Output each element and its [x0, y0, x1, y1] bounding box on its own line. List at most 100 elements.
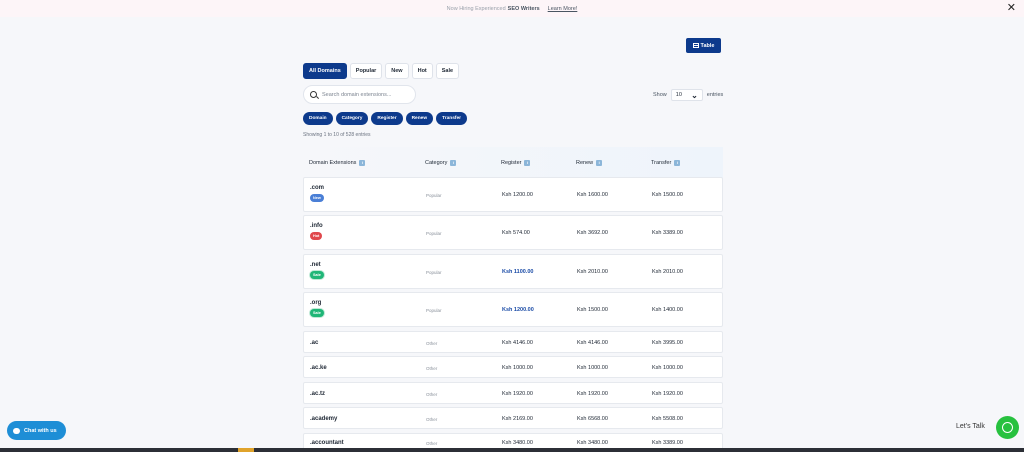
- domain-extension: .ac: [310, 340, 319, 346]
- table-row[interactable]: .academy Other Ksh 2169.00 Ksh 6568.00 K…: [303, 407, 723, 429]
- transfer-price: Ksh 3389.00: [652, 440, 683, 446]
- transfer-price: Ksh 1920.00: [652, 391, 683, 397]
- transfer-price: Ksh 1000.00: [652, 365, 683, 371]
- table-view-label: Table: [700, 42, 715, 49]
- new-badge: New: [310, 194, 324, 202]
- announcement-bold: SEO Writers: [507, 5, 540, 12]
- showing-entries-text: Showing 1 to 10 of 528 entries: [303, 132, 371, 138]
- entries-value: 10: [675, 92, 682, 98]
- column-header-category[interactable]: Category i: [425, 159, 457, 166]
- announcement-bar: Now Hiring Experienced SEO Writers Learn…: [0, 0, 1024, 17]
- register-price: Ksh 1200.00: [502, 307, 534, 313]
- info-icon[interactable]: i: [524, 159, 531, 166]
- table-row[interactable]: .net Sale Popular Ksh 1100.00 Ksh 2010.0…: [303, 254, 723, 289]
- info-icon[interactable]: i: [674, 159, 681, 166]
- show-label: Show: [653, 92, 667, 98]
- chat-with-us-button[interactable]: Chat with us: [7, 421, 66, 440]
- register-price: Ksh 1000.00: [502, 365, 533, 371]
- table-row[interactable]: .org Sale Popular Ksh 1200.00 Ksh 1500.0…: [303, 292, 723, 327]
- register-price: Ksh 4146.00: [502, 340, 533, 346]
- whatsapp-button[interactable]: [996, 416, 1019, 439]
- info-icon[interactable]: i: [596, 159, 603, 166]
- filter-new[interactable]: New: [385, 63, 409, 79]
- transfer-price: Ksh 1500.00: [652, 192, 683, 198]
- entries-select[interactable]: 10 ⌄: [670, 89, 703, 101]
- transfer-price: Ksh 1400.00: [652, 307, 683, 313]
- sort-renew-button[interactable]: Renew: [405, 112, 434, 125]
- category-cell: Other: [426, 441, 438, 446]
- domain-extension: .net: [310, 262, 321, 268]
- info-icon[interactable]: i: [359, 159, 366, 166]
- domain-extension: .accountant: [310, 440, 344, 446]
- register-price: Ksh 2169.00: [502, 416, 533, 422]
- lets-talk-label[interactable]: Let's Talk: [956, 423, 985, 430]
- sort-transfer-button[interactable]: Transfer: [436, 112, 467, 125]
- register-price: Ksh 1200.00: [502, 192, 533, 198]
- domain-extension: .academy: [310, 416, 338, 422]
- close-icon[interactable]: ✕: [1007, 2, 1016, 14]
- register-price: Ksh 574.00: [502, 230, 530, 236]
- category-cell: Popular: [426, 231, 442, 236]
- announcement-text: Now Hiring Experienced: [446, 5, 506, 12]
- renew-price: Ksh 1920.00: [577, 391, 608, 397]
- domain-extension: .ac.ke: [310, 365, 327, 371]
- column-header-transfer[interactable]: Transfer i: [651, 159, 681, 166]
- domain-extension: .info: [310, 223, 323, 229]
- transfer-price: Ksh 2010.00: [652, 269, 683, 275]
- renew-price: Ksh 1600.00: [577, 192, 608, 198]
- transfer-price: Ksh 5508.00: [652, 416, 683, 422]
- table-header: Domain Extensions i Category i Register i R…: [303, 147, 723, 178]
- filter-tabs: All Domains Popular New Hot Sale: [303, 63, 460, 79]
- filter-all-domains[interactable]: All Domains: [303, 63, 347, 79]
- search-input[interactable]: [322, 91, 412, 98]
- renew-price: Ksh 6568.00: [577, 416, 608, 422]
- category-cell: Other: [426, 417, 438, 422]
- transfer-price: Ksh 3389.00: [652, 230, 683, 236]
- column-header-domain[interactable]: Domain Extensions i: [309, 159, 366, 166]
- learn-more-link[interactable]: Learn More!: [548, 6, 578, 12]
- search-icon: [310, 91, 317, 98]
- filter-hot[interactable]: Hot: [411, 63, 433, 79]
- entries-suffix: entries: [706, 92, 724, 98]
- filter-popular[interactable]: Popular: [349, 63, 383, 79]
- register-price: Ksh 3480.00: [502, 440, 533, 446]
- table-row[interactable]: .ac Other Ksh 4146.00 Ksh 4146.00 Ksh 39…: [303, 331, 723, 353]
- sort-domain-button[interactable]: Domain: [303, 112, 333, 125]
- renew-price: Ksh 2010.00: [577, 269, 608, 275]
- register-price: Ksh 1920.00: [502, 391, 533, 397]
- table-row[interactable]: .info Hot Popular Ksh 574.00 Ksh 3692.00…: [303, 215, 723, 250]
- taskbar-app-icon[interactable]: [238, 448, 254, 452]
- sale-badge: Sale: [310, 271, 324, 279]
- sort-register-button[interactable]: Register: [371, 112, 403, 125]
- sale-badge: Sale: [310, 309, 324, 317]
- renew-price: Ksh 3692.00: [577, 230, 608, 236]
- hot-badge: Hot: [310, 232, 323, 240]
- category-cell: Other: [426, 341, 438, 346]
- sort-buttons: Domain Category Register Renew Transfer: [303, 112, 467, 125]
- chat-label: Chat with us: [24, 427, 57, 434]
- table-row[interactable]: .com New Popular Ksh 1200.00 Ksh 1600.00…: [303, 177, 723, 212]
- search-box: [303, 85, 416, 104]
- table-icon: [692, 43, 699, 48]
- chevron-down-icon: ⌄: [691, 90, 698, 100]
- register-price: Ksh 1100.00: [502, 269, 534, 275]
- renew-price: Ksh 3480.00: [577, 440, 608, 446]
- category-cell: Popular: [426, 193, 442, 198]
- table-row[interactable]: .ac.ke Other Ksh 1000.00 Ksh 1000.00 Ksh…: [303, 356, 723, 378]
- column-header-renew[interactable]: Renew i: [576, 159, 603, 166]
- domain-extension: .org: [310, 300, 322, 306]
- renew-price: Ksh 1000.00: [577, 365, 608, 371]
- transfer-price: Ksh 3995.00: [652, 340, 683, 346]
- info-icon[interactable]: i: [450, 159, 457, 166]
- chat-bubble-icon: [13, 427, 20, 434]
- whatsapp-icon: [1002, 422, 1013, 433]
- table-view-button[interactable]: Table: [686, 38, 721, 53]
- domain-extension: .ac.tz: [310, 391, 326, 397]
- filter-sale[interactable]: Sale: [435, 63, 460, 79]
- renew-price: Ksh 4146.00: [577, 340, 608, 346]
- table-row[interactable]: .ac.tz Other Ksh 1920.00 Ksh 1920.00 Ksh…: [303, 382, 723, 404]
- column-header-register[interactable]: Register i: [501, 159, 531, 166]
- taskbar: [0, 448, 1024, 452]
- sort-category-button[interactable]: Category: [335, 112, 369, 125]
- renew-price: Ksh 1500.00: [577, 307, 608, 313]
